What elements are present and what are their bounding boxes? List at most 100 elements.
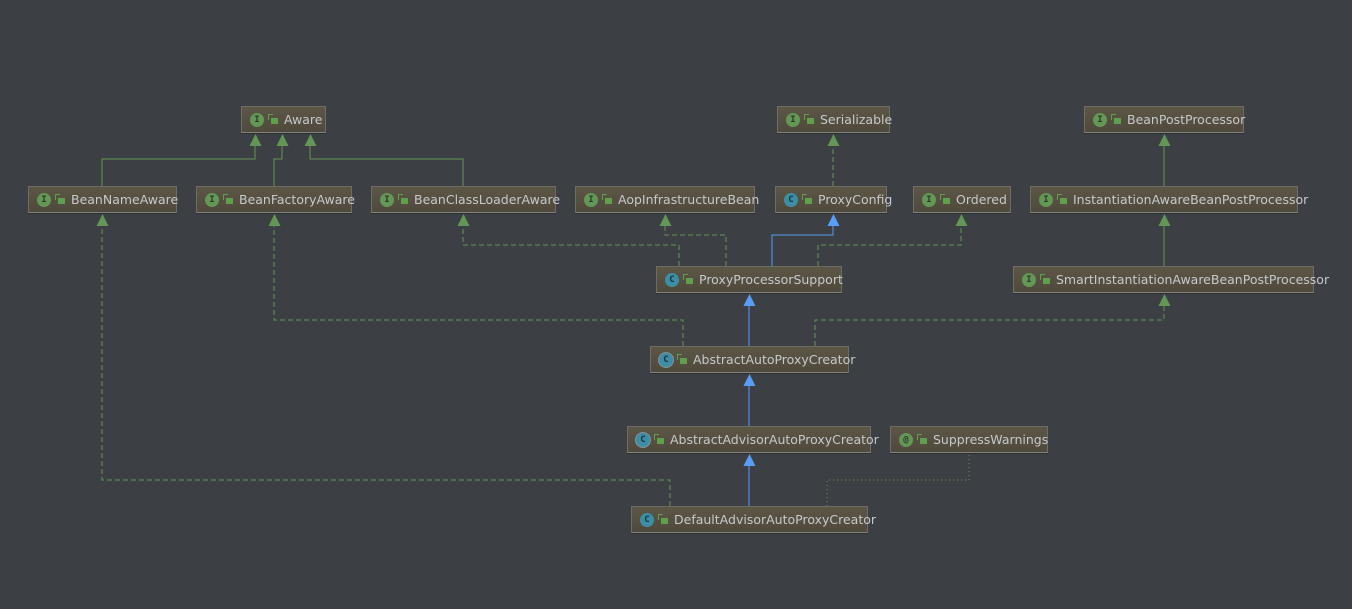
interface-icon: I [922,192,936,207]
node-ordered[interactable]: I Ordered [913,186,1011,213]
edge-line [814,304,1165,346]
public-access-icon [1111,114,1121,125]
arrowhead-icon [1158,294,1171,306]
public-access-icon [55,194,65,205]
node-default-advisor-auto-proxy-creator[interactable]: C DefaultAdvisorAutoProxyCreator [631,506,876,533]
node-abstract-advisor-auto-proxy-creator[interactable]: C AbstractAdvisorAutoProxyCreator [627,426,879,453]
edge-line [101,224,671,506]
edge-SmartInstantiationAwareBeanPostProcessor-to-InstantiationAwareBeanPostProcessor [1158,214,1171,266]
arrowhead-icon [827,134,840,146]
node-label: AopInfrastructureBean [618,192,760,207]
public-access-icon [268,114,278,125]
arrowhead-icon [827,214,840,226]
node-aware[interactable]: I Aware [241,106,326,133]
abstract-class-icon: C [636,432,650,447]
class-icon: C [665,272,679,287]
edge-ProxyProcessorSupport-to-Ordered [817,214,968,266]
public-access-icon [658,514,668,525]
node-label: Ordered [956,192,1007,207]
public-access-icon [940,194,950,205]
node-abstract-auto-proxy-creator[interactable]: C AbstractAutoProxyCreator [650,346,855,373]
edge-BeanNameAware-to-Aware [101,134,262,186]
public-access-icon [1057,194,1067,205]
node-serializable[interactable]: I Serializable [777,106,892,133]
arrowhead-icon [743,294,756,306]
interface-icon: I [1093,112,1107,127]
edge-ProxyProcessorSupport-to-AopInfrastructureBean [659,214,727,266]
arrowhead-icon [249,134,262,146]
node-label: BeanClassLoaderAware [414,192,561,207]
edge-line [273,224,684,346]
edge-line [309,144,464,186]
node-label: ProxyProcessorSupport [699,272,843,287]
interface-icon: I [380,192,394,207]
interface-icon: I [250,112,264,127]
node-label: Serializable [820,112,893,127]
edge-BeanClassLoaderAware-to-Aware [304,134,464,186]
node-bean-post-processor[interactable]: I BeanPostProcessor [1084,106,1245,133]
node-label: BeanFactoryAware [239,192,355,207]
arrowhead-icon [743,454,756,466]
edge-DefaultAdvisorAutoProxyCreator-to-AbstractAdvisorAutoProxyCreator [743,454,756,506]
node-label: SmartInstantiationAwareBeanPostProcessor [1056,272,1330,287]
public-access-icon [804,114,814,125]
arrowhead-icon [457,214,470,226]
edge-ProxyProcessorSupport-to-BeanClassLoaderAware [457,214,680,266]
public-access-icon [1040,274,1050,285]
node-label: BeanNameAware [71,192,179,207]
node-label: Aware [284,112,323,127]
class-icon: C [640,512,654,527]
arrowhead-icon [304,134,317,146]
edge-BeanFactoryAware-to-Aware [273,134,289,186]
edge-AbstractAutoProxyCreator-to-ProxyProcessorSupport [743,294,756,346]
edge-line [826,454,970,506]
node-bean-name-aware[interactable]: I BeanNameAware [28,186,178,213]
annotation-icon: @ [899,432,913,447]
node-aop-infrastructure-bean[interactable]: I AopInfrastructureBean [575,186,759,213]
arrowhead-icon [96,214,109,226]
node-label: DefaultAdvisorAutoProxyCreator [674,512,877,527]
node-suppress-warnings[interactable]: @ SuppressWarnings [890,426,1048,453]
interface-icon: I [205,192,219,207]
public-access-icon [683,274,693,285]
node-bean-factory-aware[interactable]: I BeanFactoryAware [196,186,355,213]
class-icon: C [784,192,798,207]
edge-line [101,144,256,186]
abstract-class-icon: C [659,352,673,367]
node-smart-instantiation-aware-bean-post-processor[interactable]: I SmartInstantiationAwareBeanPostProcesso… [1013,266,1329,293]
edge-InstantiationAwareBeanPostProcessor-to-BeanPostProcessor [1158,134,1171,186]
edge-DefaultAdvisorAutoProxyCreator-to-SuppressWarnings [826,454,970,506]
node-proxy-processor-support[interactable]: C ProxyProcessorSupport [656,266,843,293]
interface-icon: I [37,192,51,207]
arrowhead-icon [955,214,968,226]
interface-icon: I [786,112,800,127]
interface-icon: I [1039,192,1053,207]
edge-AbstractAutoProxyCreator-to-BeanFactoryAware [268,214,684,346]
node-label: AbstractAdvisorAutoProxyCreator [670,432,879,447]
node-proxy-config[interactable]: C ProxyConfig [775,186,892,213]
arrowhead-icon [659,214,672,226]
arrowhead-icon [276,134,289,146]
node-bean-class-loader-aware[interactable]: I BeanClassLoaderAware [371,186,560,213]
edge-line [817,224,962,266]
edge-line [273,144,283,186]
public-access-icon [677,354,687,365]
node-label: InstantiationAwareBeanPostProcessor [1073,192,1309,207]
node-label: BeanPostProcessor [1127,112,1246,127]
arrowhead-icon [1158,134,1171,146]
edge-AbstractAutoProxyCreator-to-SmartInstantiationAwareBeanPostProcessor [814,294,1171,346]
edge-ProxyConfig-to-Serializable [827,134,840,186]
public-access-icon [398,194,408,205]
arrowhead-icon [743,374,756,386]
interface-icon: I [584,192,598,207]
public-access-icon [802,194,812,205]
node-label: AbstractAutoProxyCreator [693,352,856,367]
public-access-icon [223,194,233,205]
edge-line [462,224,680,266]
node-instantiation-aware-bean-post-processor[interactable]: I InstantiationAwareBeanPostProcessor [1030,186,1308,213]
edge-DefaultAdvisorAutoProxyCreator-to-BeanNameAware [96,214,671,506]
edge-ProxyProcessorSupport-to-ProxyConfig [771,214,840,266]
node-label: SuppressWarnings [933,432,1049,447]
public-access-icon [917,434,927,445]
interface-icon: I [1022,272,1036,287]
